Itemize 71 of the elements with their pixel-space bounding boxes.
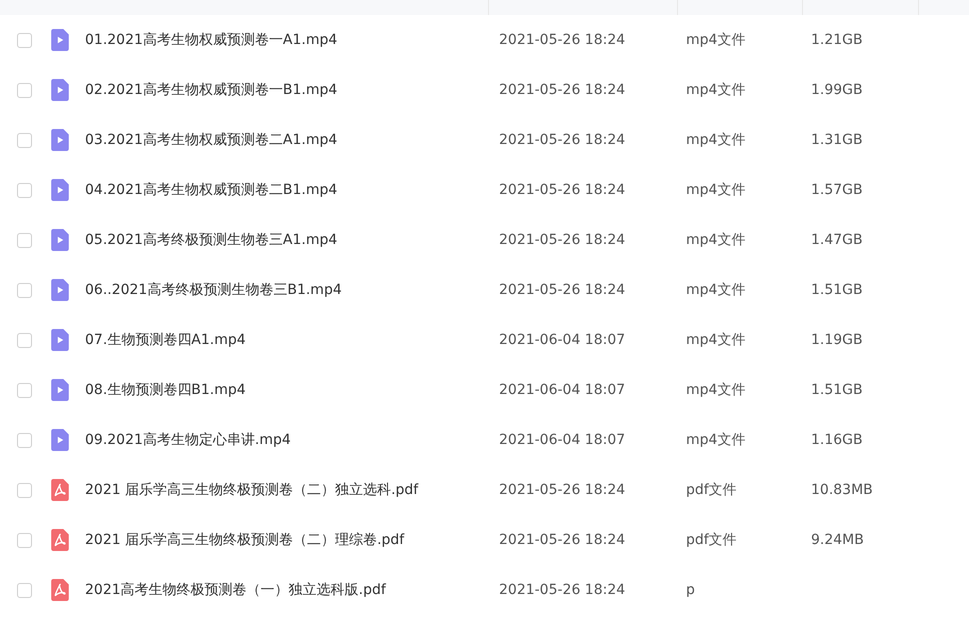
file-size: 1.16GB — [811, 432, 863, 448]
video-file-icon — [51, 429, 69, 451]
checkbox[interactable] — [17, 582, 32, 598]
video-file-icon — [51, 229, 69, 251]
video-file-icon — [51, 29, 69, 51]
file-type: pdf文件 — [686, 481, 737, 499]
checkbox[interactable] — [17, 32, 32, 48]
checkbox[interactable] — [17, 132, 32, 148]
pdf-file-icon — [51, 479, 69, 501]
file-type: mp4文件 — [686, 81, 746, 99]
checkbox[interactable] — [17, 532, 32, 548]
file-size: 1.51GB — [811, 282, 863, 298]
file-name[interactable]: 09.2021高考生物定心串讲.mp4 — [85, 431, 291, 449]
file-name[interactable]: 2021 届乐学高三生物终极预测卷（二）独立选科.pdf — [85, 481, 418, 499]
checkbox[interactable] — [17, 282, 32, 298]
modified-time: 2021-05-26 18:24 — [499, 232, 626, 248]
file-size: 1.99GB — [811, 82, 863, 98]
file-type: pdf文件 — [686, 531, 737, 549]
modified-time: 2021-05-26 18:24 — [499, 282, 626, 298]
modified-time: 2021-05-26 18:24 — [499, 582, 626, 598]
modified-time: 2021-05-26 18:24 — [499, 532, 626, 548]
modified-time: 2021-06-04 18:07 — [499, 382, 626, 398]
file-size: 1.47GB — [811, 232, 863, 248]
pdf-file-icon — [51, 529, 69, 551]
file-size: 9.24MB — [811, 532, 864, 548]
file-type: mp4文件 — [686, 31, 746, 49]
file-name[interactable]: 04.2021高考生物权威预测卷二B1.mp4 — [85, 181, 338, 199]
checkbox[interactable] — [17, 182, 32, 198]
checkbox[interactable] — [17, 382, 32, 398]
file-type: mp4文件 — [686, 181, 746, 199]
file-name[interactable]: 06..2021高考终极预测生物卷三B1.mp4 — [85, 281, 342, 299]
modified-time: 2021-05-26 18:24 — [499, 32, 626, 48]
file-type: p — [686, 582, 695, 598]
file-size: 10.83MB — [811, 482, 873, 498]
file-name[interactable]: 2021 届乐学高三生物终极预测卷（二）理综卷.pdf — [85, 531, 404, 549]
video-file-icon — [51, 279, 69, 301]
video-file-icon — [51, 179, 69, 201]
modified-time: 2021-05-26 18:24 — [499, 132, 626, 148]
file-name[interactable]: 03.2021高考生物权威预测卷二A1.mp4 — [85, 131, 338, 149]
file-size: 1.51GB — [811, 382, 863, 398]
checkbox[interactable] — [17, 432, 32, 448]
video-file-icon — [51, 79, 69, 101]
modified-time: 2021-06-04 18:07 — [499, 432, 626, 448]
video-file-icon — [51, 379, 69, 401]
modified-time: 2021-06-04 18:07 — [499, 332, 626, 348]
checkbox[interactable] — [17, 82, 32, 98]
pdf-file-icon — [51, 579, 69, 601]
file-name[interactable]: 02.2021高考生物权威预测卷一B1.mp4 — [85, 81, 338, 99]
file-type: mp4文件 — [686, 331, 746, 349]
checkbox[interactable] — [17, 482, 32, 498]
video-file-icon — [51, 129, 69, 151]
modified-time: 2021-05-26 18:24 — [499, 82, 626, 98]
file-name[interactable]: 07.生物预测卷四A1.mp4 — [85, 331, 246, 349]
file-size: 1.57GB — [811, 182, 863, 198]
file-type: mp4文件 — [686, 431, 746, 449]
file-size: 1.31GB — [811, 132, 863, 148]
file-size: 1.21GB — [811, 32, 863, 48]
file-name[interactable]: 2021高考生物终极预测卷（一）独立选科版.pdf — [85, 581, 386, 599]
video-file-icon — [51, 329, 69, 351]
file-name[interactable]: 01.2021高考生物权威预测卷一A1.mp4 — [85, 31, 338, 49]
file-type: mp4文件 — [686, 381, 746, 399]
modified-time: 2021-05-26 18:24 — [499, 182, 626, 198]
file-size: 1.19GB — [811, 332, 863, 348]
file-name[interactable]: 08.生物预测卷四B1.mp4 — [85, 381, 246, 399]
modified-time: 2021-05-26 18:24 — [499, 482, 626, 498]
file-type: mp4文件 — [686, 231, 746, 249]
checkbox[interactable] — [17, 232, 32, 248]
checkbox[interactable] — [17, 332, 32, 348]
file-type: mp4文件 — [686, 131, 746, 149]
file-type: mp4文件 — [686, 281, 746, 299]
file-name[interactable]: 05.2021高考终极预测生物卷三A1.mp4 — [85, 231, 338, 249]
